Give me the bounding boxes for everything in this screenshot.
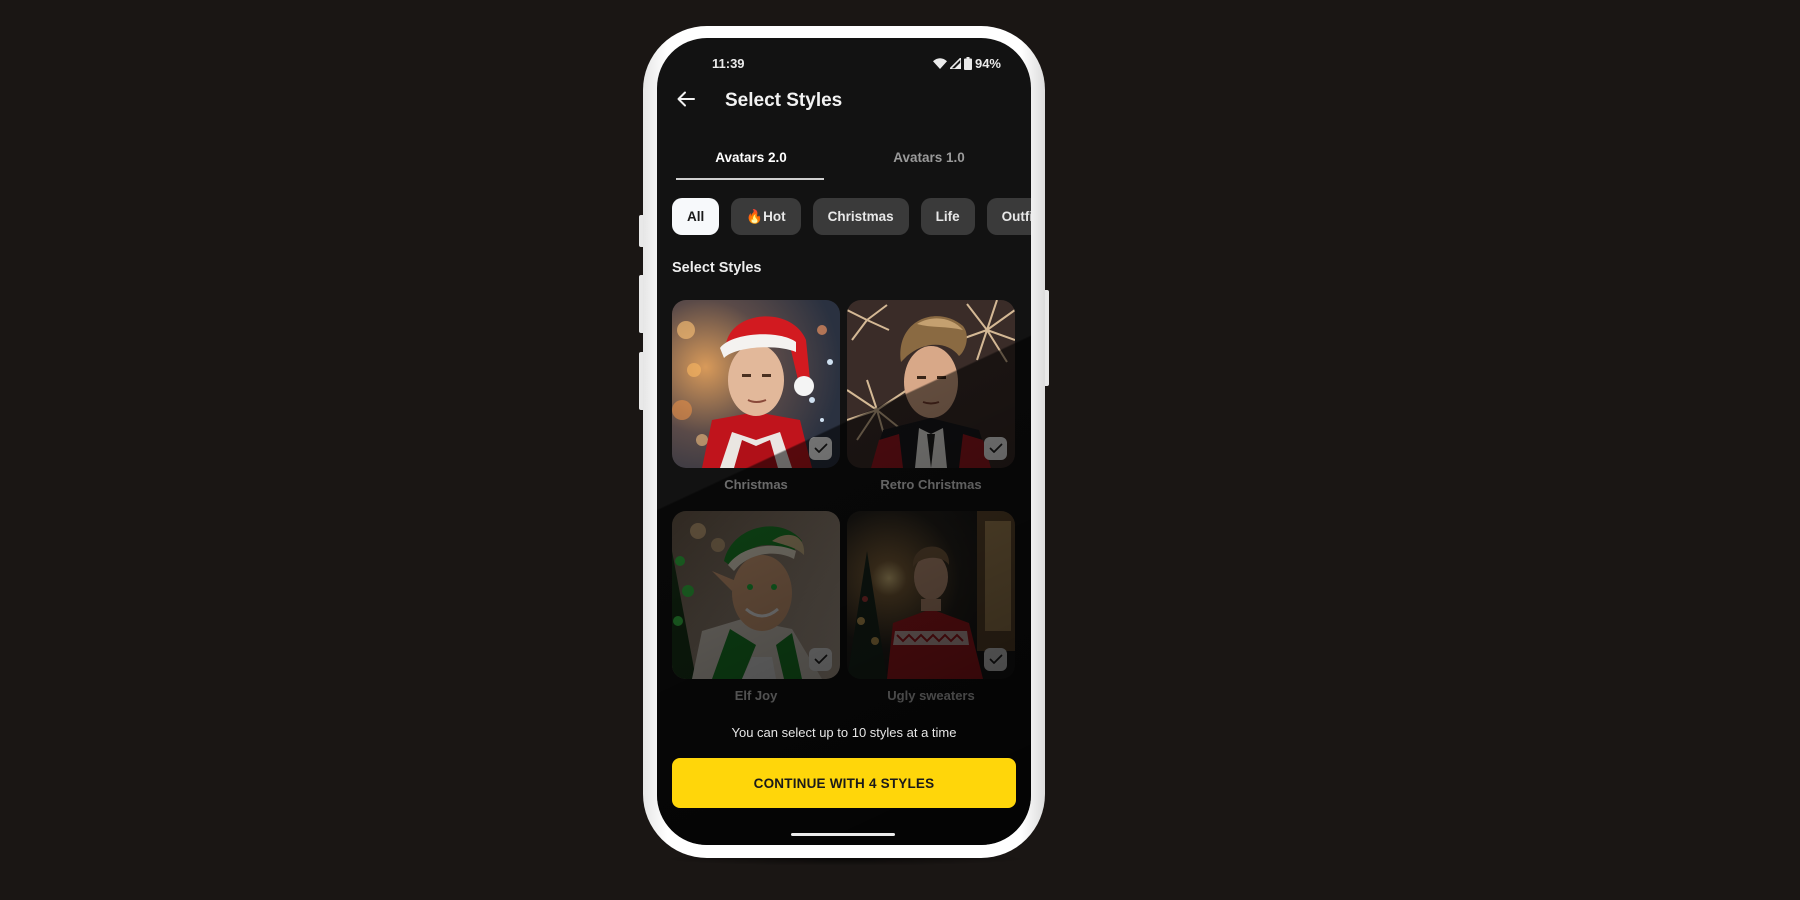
filter-chips: All 🔥Hot Christmas Life Outfit	[672, 198, 1031, 236]
filter-chip-outfit[interactable]: Outfit	[986, 198, 1031, 235]
checkbox-selected[interactable]	[809, 437, 832, 460]
style-card-elf-joy[interactable]: Elf Joy	[672, 511, 840, 706]
style-label: Retro Christmas	[880, 477, 982, 492]
style-thumbnail	[847, 511, 1015, 679]
app-header: Select Styles	[657, 84, 1031, 120]
tab-avatars-2[interactable]: Avatars 2.0	[676, 134, 826, 180]
continue-button[interactable]: CONTINUE WITH 4 STYLES	[672, 758, 1016, 808]
styles-grid: Christmas Retro Christmas Elf Joy Ugly s…	[672, 300, 1017, 706]
status-time: 11:39	[712, 56, 745, 71]
battery-icon	[963, 57, 972, 70]
tab-avatars-1[interactable]: Avatars 1.0	[854, 134, 1004, 180]
page-title: Select Styles	[725, 90, 843, 111]
arrow-left-icon	[677, 91, 695, 112]
filter-chip-christmas[interactable]: Christmas	[812, 198, 909, 235]
filter-chip-life[interactable]: Life	[920, 198, 975, 235]
style-card-retro-christmas[interactable]: Retro Christmas	[847, 300, 1015, 495]
checkmark-icon	[989, 443, 1003, 454]
filter-chip-hot[interactable]: 🔥Hot	[731, 198, 801, 235]
style-card-ugly-sweaters[interactable]: Ugly sweaters	[847, 511, 1015, 706]
checkmark-icon	[814, 443, 828, 454]
style-label: Christmas	[724, 477, 788, 492]
signal-icon	[949, 58, 961, 69]
style-thumbnail	[672, 300, 840, 468]
selection-limit-text: You can select up to 10 styles at a time	[731, 725, 957, 740]
style-thumbnail	[672, 511, 840, 679]
checkbox-selected[interactable]	[809, 648, 832, 671]
phone-screen: 11:39 94% Select Styles Avatars 2.0 Avat…	[657, 38, 1031, 845]
section-title: Select Styles	[672, 260, 762, 276]
home-indicator[interactable]	[791, 833, 895, 836]
phone-frame: 11:39 94% Select Styles Avatars 2.0 Avat…	[643, 26, 1045, 858]
style-thumbnail	[847, 300, 1015, 468]
battery-percent: 94%	[974, 56, 1001, 71]
wifi-icon	[932, 58, 947, 69]
checkbox-selected[interactable]	[984, 437, 1007, 460]
style-card-christmas[interactable]: Christmas	[672, 300, 840, 495]
status-bar: 11:39 94%	[657, 54, 1031, 74]
back-button[interactable]	[671, 86, 701, 116]
style-label: Ugly sweaters	[887, 688, 975, 703]
version-tabs: Avatars 2.0 Avatars 1.0	[657, 134, 1031, 180]
filter-chip-all[interactable]: All	[672, 198, 720, 235]
checkmark-icon	[989, 654, 1003, 665]
style-label: Elf Joy	[734, 688, 778, 703]
checkbox-selected[interactable]	[984, 648, 1007, 671]
checkmark-icon	[814, 654, 828, 665]
